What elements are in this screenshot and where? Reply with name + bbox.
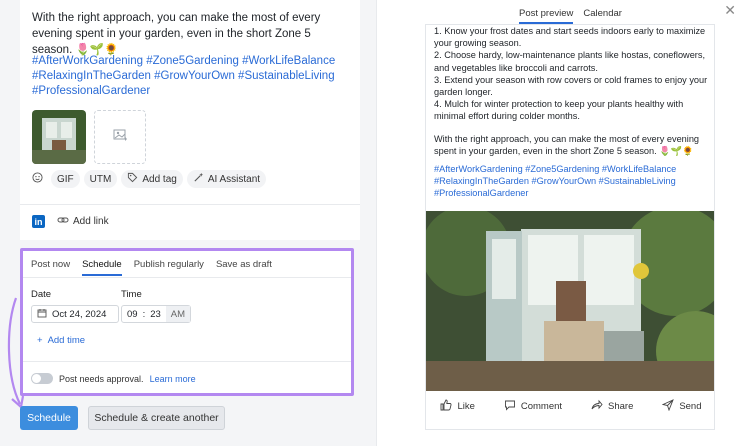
tab-schedule[interactable]: Schedule xyxy=(82,259,122,276)
share-action: Share xyxy=(591,399,633,414)
date-label: Date xyxy=(31,289,52,300)
annotation-arrow xyxy=(7,297,25,410)
send-icon xyxy=(661,399,675,414)
time-label: Time xyxy=(121,289,142,300)
approval-toggle[interactable] xyxy=(31,373,53,384)
media-thumbnail[interactable] xyxy=(32,110,86,164)
channel-row: in Add link xyxy=(20,204,360,238)
emoji-button[interactable] xyxy=(28,170,47,188)
schedule-button[interactable]: Schedule xyxy=(20,406,78,430)
add-tag-button[interactable]: Add tag xyxy=(121,170,183,188)
preview-actions: Like Comment Share Send xyxy=(426,399,714,414)
plus-icon: + xyxy=(37,335,43,346)
tab-post-preview[interactable]: Post preview xyxy=(519,8,574,24)
send-action: Send xyxy=(661,399,702,414)
date-value: Oct 24, 2024 xyxy=(52,308,107,320)
add-media-button[interactable] xyxy=(94,110,146,164)
learn-more-link[interactable]: Learn more xyxy=(150,374,196,384)
post-text[interactable]: With the right approach, you can make th… xyxy=(32,10,350,58)
add-link-button[interactable]: Add link xyxy=(57,214,109,229)
preview-pane: Post preview Calendar ✕ 1. Know your fro… xyxy=(376,0,750,446)
schedule-create-another-button[interactable]: Schedule & create another xyxy=(88,406,225,430)
time-ampm[interactable]: AM xyxy=(165,306,191,322)
approval-text: Post needs approval. xyxy=(59,373,144,384)
tab-save-as-draft[interactable]: Save as draft xyxy=(216,259,272,276)
preview-tabs: Post preview Calendar xyxy=(519,8,622,24)
linkedin-icon[interactable]: in xyxy=(32,215,45,228)
ai-assistant-button[interactable]: AI Assistant xyxy=(186,170,267,188)
ai-wand-icon xyxy=(193,172,204,186)
divider xyxy=(23,361,351,362)
thumbs-up-icon xyxy=(440,399,452,414)
add-time-button[interactable]: + Add time xyxy=(37,335,85,346)
post-hashtags[interactable]: #AfterWorkGardening #Zone5Gardening #Wor… xyxy=(32,54,350,99)
divider xyxy=(23,277,351,278)
editor-toolbar: GIF UTM Add tag AI Assistant xyxy=(28,170,267,188)
tab-post-now[interactable]: Post now xyxy=(31,259,70,276)
time-minute[interactable]: 23 xyxy=(145,309,166,320)
editor-pane: With the right approach, you can make th… xyxy=(0,0,376,446)
utm-button[interactable]: UTM xyxy=(83,170,118,188)
approval-row: Post needs approval. Learn more xyxy=(31,373,196,384)
share-icon xyxy=(591,399,603,414)
schedule-panel: Post now Schedule Publish regularly Save… xyxy=(20,248,354,396)
preview-line: 1. Know your frost dates and start seeds… xyxy=(434,26,706,49)
post-preview-card: 1. Know your frost dates and start seeds… xyxy=(425,24,715,430)
preview-closing: With the right approach, you can make th… xyxy=(434,133,700,156)
schedule-tabs: Post now Schedule Publish regularly Save… xyxy=(31,259,272,276)
preview-line: 3. Extend your season with row covers or… xyxy=(434,74,708,98)
link-icon xyxy=(57,214,69,229)
preview-text: 1. Know your frost dates and start seeds… xyxy=(434,25,710,200)
tab-publish-regularly[interactable]: Publish regularly xyxy=(134,259,204,276)
tag-icon xyxy=(127,172,138,186)
comment-icon xyxy=(504,399,516,414)
emoji-icon xyxy=(32,172,43,186)
time-picker[interactable]: 09 : 23 AM xyxy=(121,305,191,323)
preview-hashtags: #AfterWorkGardening #Zone5Gardening #Wor… xyxy=(434,164,677,199)
preview-image xyxy=(426,211,714,391)
gif-button[interactable]: GIF xyxy=(51,170,80,188)
preview-line: 4. Mulch for winter protection to keep y… xyxy=(434,99,684,122)
comment-action: Comment xyxy=(504,399,562,414)
like-action: Like xyxy=(440,399,475,414)
tab-calendar[interactable]: Calendar xyxy=(583,8,622,24)
time-hour[interactable]: 09 xyxy=(122,309,143,320)
image-add-icon xyxy=(112,127,128,148)
date-picker[interactable]: Oct 24, 2024 xyxy=(31,305,119,323)
close-icon[interactable]: ✕ xyxy=(724,2,736,19)
preview-line: 2. Choose hardy, low-maintenance plants … xyxy=(434,50,706,73)
calendar-icon xyxy=(37,308,47,321)
